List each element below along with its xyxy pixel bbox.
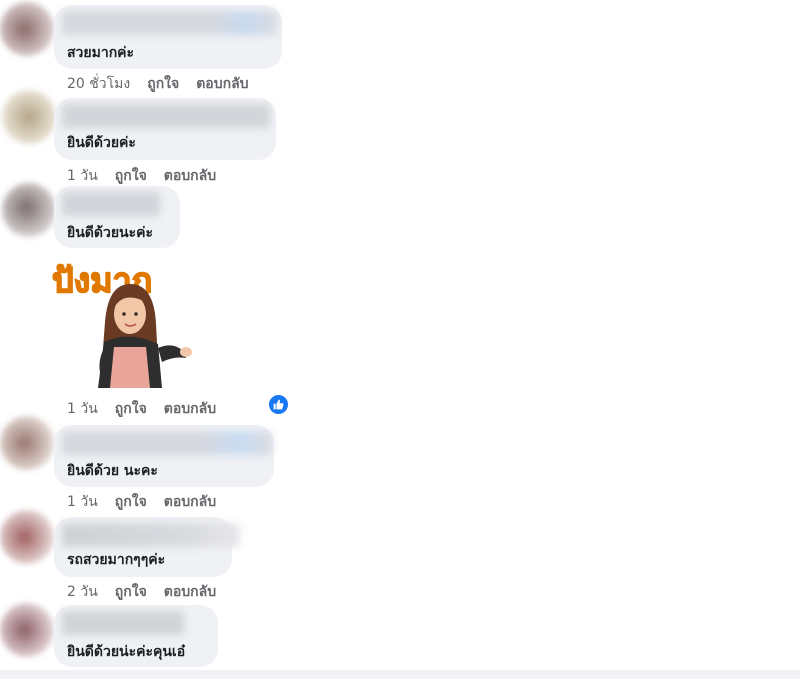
- author-name[interactable]: [62, 523, 240, 547]
- author-name[interactable]: [62, 192, 160, 216]
- scroll-divider: [0, 670, 800, 679]
- reply-button[interactable]: ตอบกลับ: [164, 584, 216, 600]
- comment-actions: 1 วัน ถูกใจ ตอบกลับ: [67, 398, 233, 420]
- author-name[interactable]: [62, 431, 272, 455]
- comment-bubble: ยินดีด้วยค่ะ: [54, 98, 276, 160]
- comment-bubble: ยินดีด้วยนะค่ะ: [54, 186, 180, 248]
- author-name[interactable]: [62, 11, 277, 35]
- avatar[interactable]: [2, 90, 56, 144]
- comment-text: ยินดีด้วยน่ะค่ะคุนเอ๋: [67, 644, 186, 660]
- timestamp[interactable]: 1 วัน: [67, 401, 98, 417]
- reply-button[interactable]: ตอบกลับ: [164, 401, 216, 417]
- author-name[interactable]: [62, 611, 184, 635]
- reply-button[interactable]: ตอบกลับ: [164, 168, 216, 184]
- comment-bubble: รถสวยมากๆๆค่ะ: [54, 517, 240, 577]
- sticker-image[interactable]: ปังมาก: [50, 252, 200, 392]
- comment-bubble: ยินดีด้วย นะคะ: [54, 425, 274, 487]
- like-button[interactable]: ถูกใจ: [147, 76, 179, 92]
- avatar[interactable]: [0, 510, 54, 564]
- timestamp[interactable]: 2 วัน: [67, 584, 98, 600]
- comment-text: ยินดีด้วยค่ะ: [67, 135, 136, 151]
- like-reaction-icon[interactable]: [268, 394, 289, 415]
- comment-actions: 1 วัน ถูกใจ ตอบกลับ: [67, 165, 233, 187]
- like-button[interactable]: ถูกใจ: [115, 401, 147, 417]
- avatar[interactable]: [2, 183, 56, 237]
- reply-button[interactable]: ตอบกลับ: [164, 494, 216, 510]
- thumbs-up-icon: [273, 399, 284, 410]
- author-name[interactable]: [62, 104, 270, 128]
- reply-button[interactable]: ตอบกลับ: [196, 76, 248, 92]
- like-button[interactable]: ถูกใจ: [115, 584, 147, 600]
- timestamp[interactable]: 1 วัน: [67, 168, 98, 184]
- comment-text: ยินดีด้วยนะค่ะ: [67, 225, 153, 241]
- timestamp[interactable]: 1 วัน: [67, 494, 98, 510]
- comment-text: ยินดีด้วย นะคะ: [67, 463, 158, 479]
- comment-bubble: สวยมากค่ะ: [54, 5, 282, 69]
- comment-text: สวยมากค่ะ: [67, 45, 135, 61]
- comment-text: รถสวยมากๆๆค่ะ: [67, 552, 166, 568]
- comment-actions: 2 วัน ถูกใจ ตอบกลับ: [67, 581, 233, 603]
- avatar[interactable]: [0, 2, 54, 56]
- avatar[interactable]: [0, 416, 54, 470]
- timestamp[interactable]: 20 ชั่วโมง: [67, 76, 130, 92]
- comment-actions: 1 วัน ถูกใจ ตอบกลับ: [67, 491, 233, 513]
- avatar[interactable]: [0, 603, 54, 657]
- like-button[interactable]: ถูกใจ: [115, 494, 147, 510]
- comment-bubble: ยินดีด้วยน่ะค่ะคุนเอ๋: [54, 605, 218, 667]
- comment-actions: 20 ชั่วโมง ถูกใจ ตอบกลับ: [67, 73, 266, 95]
- like-button[interactable]: ถูกใจ: [115, 168, 147, 184]
